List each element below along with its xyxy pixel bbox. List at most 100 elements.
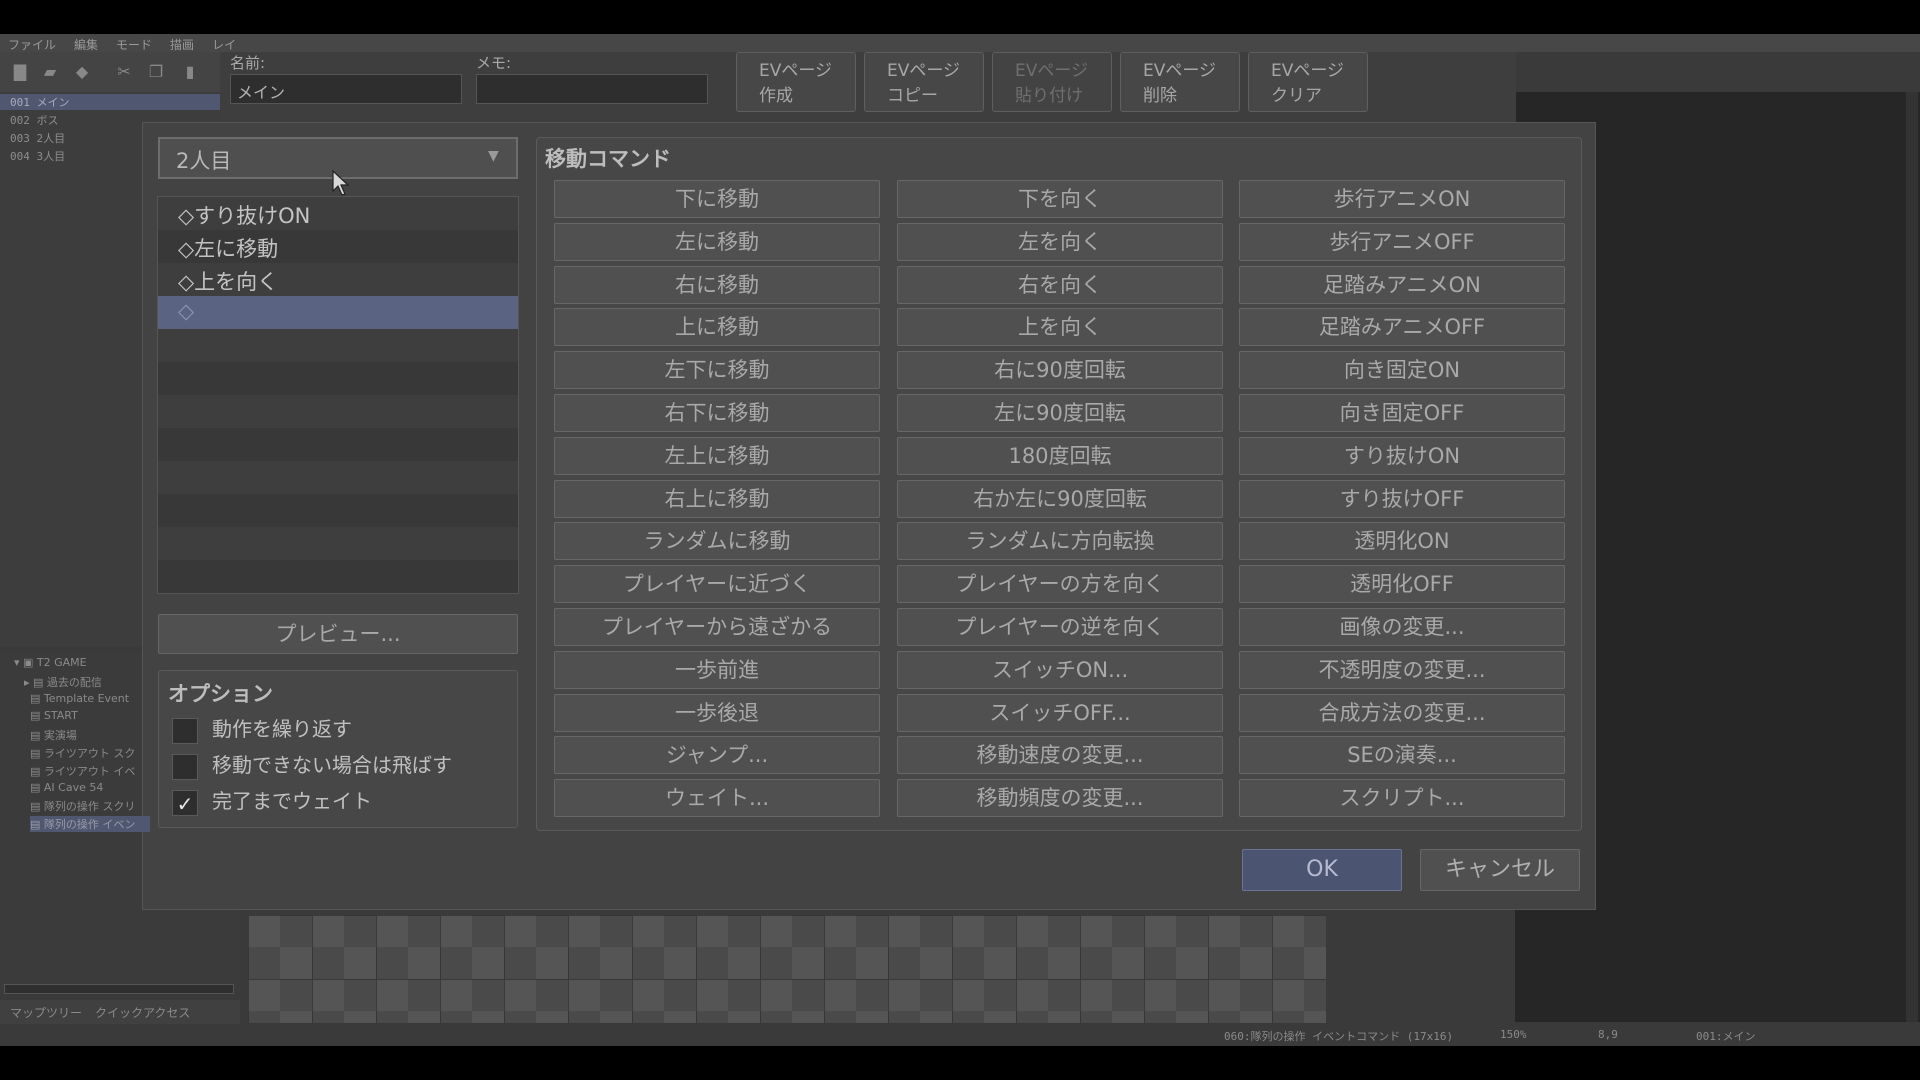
move-command-button[interactable]: 不透明度の変更... [1239,650,1565,689]
checkbox[interactable] [172,717,198,744]
move-command-button[interactable]: 向き固定ON [1239,351,1565,390]
checkbox-checked[interactable]: ✓ [172,789,198,816]
move-command-list[interactable]: ◇すり抜けON ◇左に移動 ◇上を向く ◇ [157,196,519,594]
ok-button[interactable]: OK [1242,849,1402,891]
move-command-button[interactable]: 合成方法の変更... [1239,693,1565,732]
ev-page-create-button[interactable]: EVページ 作成 [736,52,856,112]
status-bar: 060:隊列の操作 イベントコマンド (17x16) 150% 8,9 001:… [0,1024,1920,1046]
move-command-button[interactable]: SEの演奏... [1239,736,1565,775]
map-list-item[interactable]: 004 3人目 [10,148,65,164]
move-command-button[interactable]: 上に移動 [554,308,880,347]
move-command-button[interactable]: スイッチOFF... [897,693,1223,732]
map-list-item[interactable]: 001 メイン [0,94,220,110]
move-command-button[interactable]: 左に移動 [554,222,880,261]
move-command-button[interactable]: ランダムに方向転換 [897,522,1223,561]
move-command-button[interactable]: スイッチON... [897,650,1223,689]
move-command-button[interactable]: 上を向く [897,308,1223,347]
save-icon[interactable]: ◆ [72,62,92,82]
cancel-button[interactable]: キャンセル [1420,849,1580,891]
move-command-button[interactable]: 歩行アニメOFF [1239,222,1565,261]
move-command-button[interactable]: 180度回転 [897,436,1223,475]
move-command-button[interactable]: 透明化OFF [1239,565,1565,604]
name-input[interactable]: メイン [230,74,462,104]
map-tree-item[interactable]: ▤ 実演場 [30,727,150,743]
move-command-button[interactable]: 画像の変更... [1239,608,1565,646]
move-command-button[interactable]: ランダムに移動 [554,522,880,561]
map-tree-item[interactable]: ▾ ▣ T2 GAME [14,656,134,669]
menu-item-0[interactable]: ファイル [8,36,56,53]
menu-item-2[interactable]: モード [116,36,152,53]
move-command-button[interactable]: プレイヤーから遠ざかる [554,608,880,646]
move-command-button[interactable]: 右に90度回転 [897,351,1223,390]
move-command-button[interactable]: 左を向く [897,222,1223,261]
move-command-button[interactable]: 右か左に90度回転 [897,479,1223,518]
option-label: 移動できない場合は飛ばす [212,753,452,777]
copy-icon[interactable]: ❐ [146,62,166,82]
menu-item-4[interactable]: レイ [212,36,236,53]
paste-icon[interactable]: ▮ [180,62,200,82]
tree-horizontal-scrollbar[interactable] [4,984,234,994]
menu-bar: ファイル 編集 モード 描画 レイ [0,34,1920,52]
move-command-button[interactable]: 左上に移動 [554,436,880,475]
move-command-row[interactable]: ◇上を向く [158,263,518,296]
move-command-button[interactable]: 右下に移動 [554,394,880,432]
option-checkbox-row[interactable]: 動作を繰り返す [172,713,352,744]
move-command-button[interactable]: プレイヤーの逆を向く [897,608,1223,646]
move-command-button[interactable]: ウェイト... [554,779,880,818]
map-vertical-scrollbar[interactable] [1906,92,1918,1022]
menu-item-1[interactable]: 編集 [74,36,98,53]
move-command-button[interactable]: 移動速度の変更... [897,736,1223,775]
move-command-button[interactable]: 左下に移動 [554,351,880,390]
move-command-row[interactable]: ◇すり抜けON [158,197,518,230]
move-command-button[interactable]: スクリプト... [1239,779,1565,818]
map-list-item[interactable]: 003 2人目 [10,130,65,146]
move-command-button[interactable]: 一歩後退 [554,693,880,732]
ev-page-clear-button[interactable]: EVページ クリア [1248,52,1368,112]
ev-page-paste-button[interactable]: EVページ 貼り付け [992,52,1112,112]
move-command-button[interactable]: ジャンプ... [554,736,880,775]
map-tree-item[interactable]: ▤ ライツアウト イベ [30,763,150,779]
chevron-down-icon[interactable]: ▼ [488,148,499,164]
tab-map-tree[interactable]: マップツリー [10,1004,82,1021]
move-command-button[interactable]: 一歩前進 [554,650,880,689]
open-folder-icon[interactable]: ▰ [40,62,60,82]
move-command-row[interactable]: ◇左に移動 [158,230,518,263]
move-command-button[interactable]: 下を向く [897,180,1223,218]
move-command-button[interactable]: 足踏みアニメON [1239,265,1565,304]
move-command-button[interactable]: すり抜けOFF [1239,479,1565,518]
cut-icon[interactable]: ✂ [114,62,134,82]
move-command-button[interactable]: 移動頻度の変更... [897,779,1223,818]
move-command-button[interactable]: 右を向く [897,265,1223,304]
new-file-icon[interactable]: ▇ [10,62,30,82]
move-command-button[interactable]: すり抜けON [1239,436,1565,475]
status-zoom: 150% [1500,1028,1527,1041]
move-command-button[interactable]: 下に移動 [554,180,880,218]
move-command-button[interactable]: 向き固定OFF [1239,394,1565,432]
map-tree-item[interactable]: ▤ Template Event [30,692,150,705]
move-command-button[interactable]: プレイヤーに近づく [554,565,880,604]
menu-item-3[interactable]: 描画 [170,36,194,53]
option-checkbox-row[interactable]: 移動できない場合は飛ばす [172,749,452,780]
move-command-button[interactable]: 透明化ON [1239,522,1565,561]
move-command-button[interactable]: 右上に移動 [554,479,880,518]
map-list-item[interactable]: 002 ボス [10,112,59,128]
move-command-button[interactable]: 左に90度回転 [897,394,1223,432]
tab-quick-access[interactable]: クイックアクセス [95,1004,190,1021]
map-tree-item[interactable]: ▤ ライツアウト スク [30,745,150,761]
move-command-row[interactable]: ◇ [158,296,518,329]
option-checkbox-row[interactable]: ✓ 完了までウェイト [172,785,372,816]
preview-button[interactable]: プレビュー... [158,614,518,654]
move-command-button[interactable]: 右に移動 [554,265,880,304]
ev-page-delete-button[interactable]: EVページ 削除 [1120,52,1240,112]
map-tree-item[interactable]: ▤ START [30,709,150,722]
memo-input[interactable] [476,74,708,104]
ev-page-copy-button[interactable]: EVページ コピー [864,52,984,112]
move-command-button[interactable]: 歩行アニメON [1239,180,1565,218]
checkbox[interactable] [172,753,198,780]
move-command-button[interactable]: プレイヤーの方を向く [897,565,1223,604]
map-tree-item[interactable]: ▸ ▤ 過去の配信 [24,674,144,690]
map-tree-item[interactable]: ▤ AI Cave 54 [30,781,150,794]
map-tree-item[interactable]: ▤ 隊列の操作 イベン [30,816,150,833]
move-command-button[interactable]: 足踏みアニメOFF [1239,308,1565,347]
map-tree-item[interactable]: ▤ 隊列の操作 スクリ [30,798,150,814]
